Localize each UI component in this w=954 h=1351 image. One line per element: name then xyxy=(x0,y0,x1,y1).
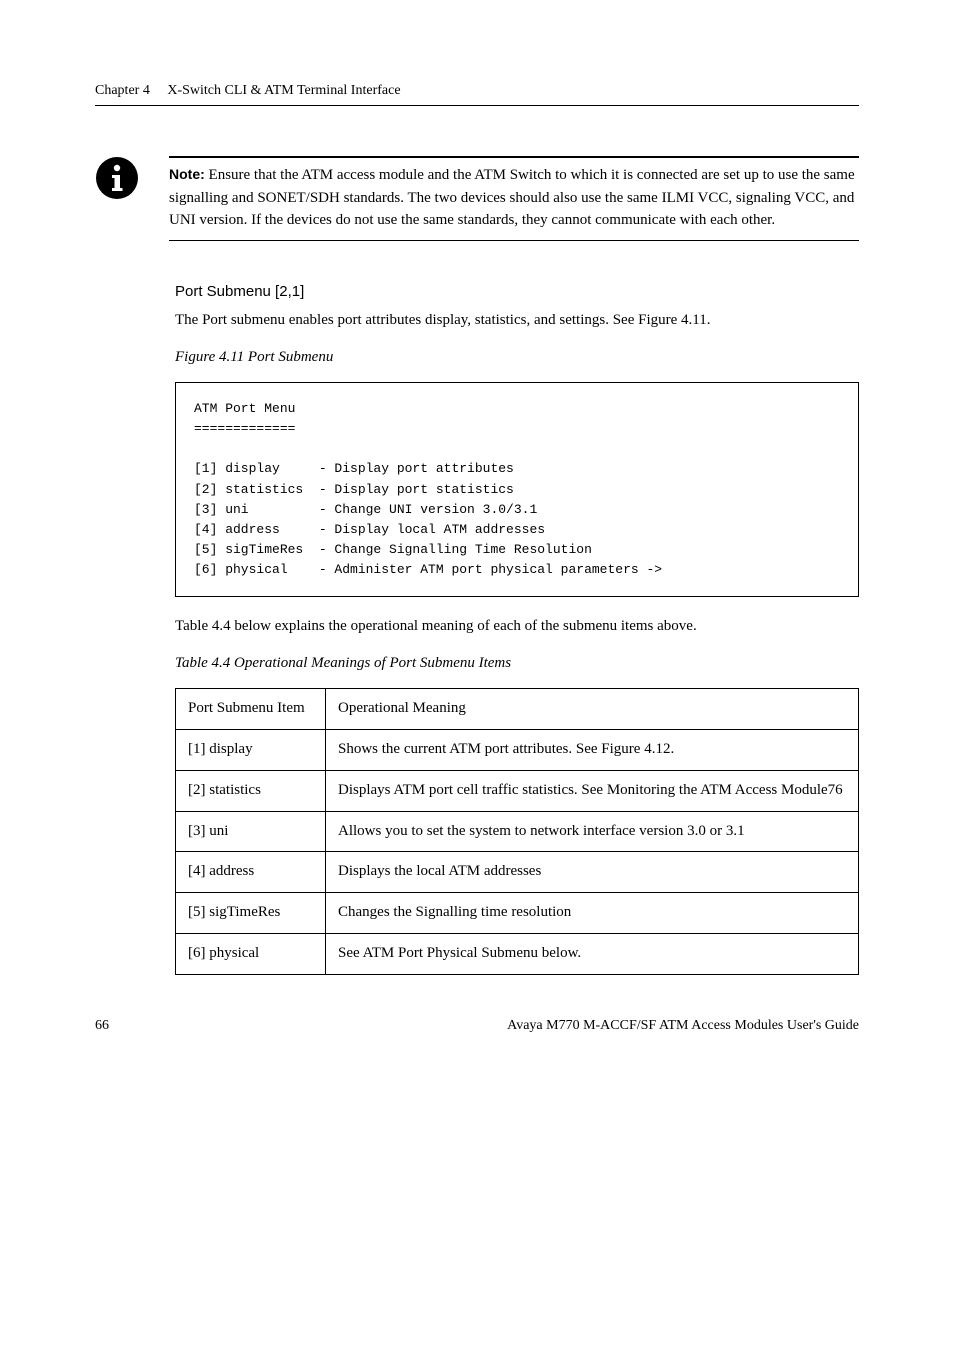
table-cell: Shows the current ATM port attributes. S… xyxy=(326,730,859,771)
table-cell: Changes the Signalling time resolution xyxy=(326,893,859,934)
subsection-intro: The Port submenu enables port attributes… xyxy=(175,309,859,332)
table-cell: [6] physical xyxy=(176,933,326,974)
table-row: [1] display Shows the current ATM port a… xyxy=(176,730,859,771)
figure-caption: Figure 4.11 Port Submenu xyxy=(175,346,859,369)
code-block: ATM Port Menu ============= [1] display … xyxy=(175,382,859,597)
table-intro: Table 4.4 below explains the operational… xyxy=(175,615,859,638)
header-divider xyxy=(95,105,859,106)
table-cell: [3] uni xyxy=(176,811,326,852)
table-header-row: Port Submenu Item Operational Meaning xyxy=(176,689,859,730)
table-cell: [5] sigTimeRes xyxy=(176,893,326,934)
page-footer: 66 Avaya M770 M-ACCF/SF ATM Access Modul… xyxy=(95,1015,859,1036)
chapter-title: X-Switch CLI & ATM Terminal Interface xyxy=(167,83,400,98)
table-header-cell: Port Submenu Item xyxy=(176,689,326,730)
note-content: Note: Ensure that the ATM access module … xyxy=(169,156,859,241)
table-caption: Table 4.4 Operational Meanings of Port S… xyxy=(175,652,859,675)
table-cell: [1] display xyxy=(176,730,326,771)
note-paragraph: Note: Ensure that the ATM access module … xyxy=(169,164,859,232)
note-top-rule xyxy=(169,156,859,158)
table-cell: Displays ATM port cell traffic statistic… xyxy=(326,770,859,811)
table-row: [4] address Displays the local ATM addre… xyxy=(176,852,859,893)
table-header-cell: Operational Meaning xyxy=(326,689,859,730)
table-cell: Allows you to set the system to network … xyxy=(326,811,859,852)
table-row: [3] uni Allows you to set the system to … xyxy=(176,811,859,852)
table-row: [6] physical See ATM Port Physical Subme… xyxy=(176,933,859,974)
table-cell: [4] address xyxy=(176,852,326,893)
table-cell: [2] statistics xyxy=(176,770,326,811)
table-row: [2] statistics Displays ATM port cell tr… xyxy=(176,770,859,811)
note-bottom-rule xyxy=(169,240,859,241)
chapter-label: Chapter 4 xyxy=(95,83,150,98)
page-header: Chapter 4 X-Switch CLI & ATM Terminal In… xyxy=(95,80,859,101)
submenu-table: Port Submenu Item Operational Meaning [1… xyxy=(175,688,859,974)
note-body: Ensure that the ATM access module and th… xyxy=(169,167,855,228)
table-cell: Displays the local ATM addresses xyxy=(326,852,859,893)
info-icon xyxy=(95,156,139,208)
note-section: Note: Ensure that the ATM access module … xyxy=(95,156,859,241)
footer-text: Avaya M770 M-ACCF/SF ATM Access Modules … xyxy=(125,1015,859,1036)
subsection-title: Port Submenu [2,1] xyxy=(175,281,859,304)
page-number: 66 xyxy=(95,1015,125,1036)
table-cell: See ATM Port Physical Submenu below. xyxy=(326,933,859,974)
note-label: Note: xyxy=(169,166,205,182)
table-row: [5] sigTimeRes Changes the Signalling ti… xyxy=(176,893,859,934)
